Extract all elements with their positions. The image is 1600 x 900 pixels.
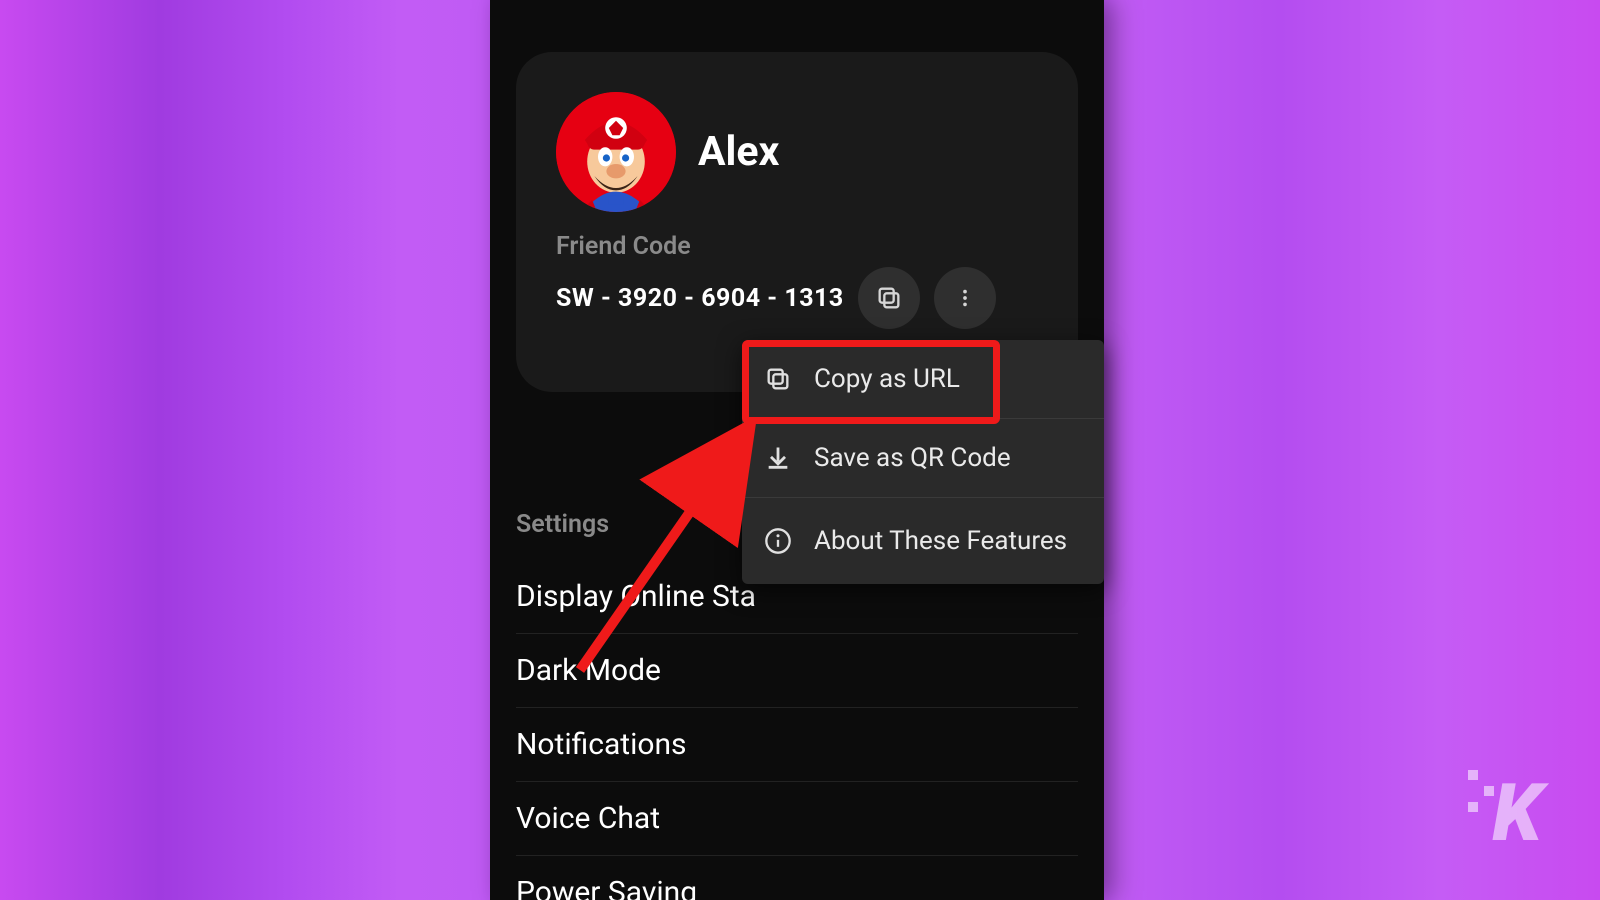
- user-name: Alex: [698, 128, 779, 176]
- copy-icon: [875, 284, 903, 312]
- menu-item-label: Save as QR Code: [814, 443, 1011, 473]
- copy-button[interactable]: [858, 267, 920, 329]
- more-vertical-icon: [954, 287, 976, 309]
- profile-row: Alex: [516, 52, 1078, 212]
- menu-item-copy-as-url[interactable]: Copy as URL: [742, 340, 1104, 419]
- settings-heading: Settings: [516, 510, 609, 539]
- settings-item-dark-mode[interactable]: Dark Mode: [516, 634, 1078, 708]
- menu-item-about-features[interactable]: About These Features: [742, 498, 1104, 584]
- avatar[interactable]: [556, 92, 676, 212]
- watermark: K: [1492, 766, 1538, 860]
- stage: Alex Friend Code SW - 3920 - 6904 - 1313: [0, 0, 1600, 900]
- friend-code-value: SW - 3920 - 6904 - 1313: [556, 284, 844, 313]
- menu-item-label: About These Features: [814, 526, 1067, 556]
- menu-item-save-as-qr[interactable]: Save as QR Code: [742, 419, 1104, 498]
- settings-list: Display Online Sta Dark Mode Notificatio…: [516, 560, 1078, 900]
- copy-icon: [764, 365, 792, 393]
- mario-avatar-icon: [556, 92, 676, 212]
- watermark-dots-icon: [1468, 770, 1494, 812]
- settings-item-notifications[interactable]: Notifications: [516, 708, 1078, 782]
- friend-code-menu: Copy as URL Save as QR Code About These …: [742, 340, 1104, 584]
- settings-item-power-saving[interactable]: Power Saving: [516, 856, 1078, 900]
- info-icon: [764, 527, 792, 555]
- menu-item-label: Copy as URL: [814, 364, 960, 394]
- download-icon: [764, 444, 792, 472]
- friend-code-block: Friend Code SW - 3920 - 6904 - 1313: [516, 212, 1078, 329]
- friend-code-label: Friend Code: [556, 232, 1038, 261]
- watermark-letter: K: [1492, 766, 1538, 860]
- settings-item-voice-chat[interactable]: Voice Chat: [516, 782, 1078, 856]
- friend-code-row: SW - 3920 - 6904 - 1313: [556, 267, 1038, 329]
- more-button[interactable]: [934, 267, 996, 329]
